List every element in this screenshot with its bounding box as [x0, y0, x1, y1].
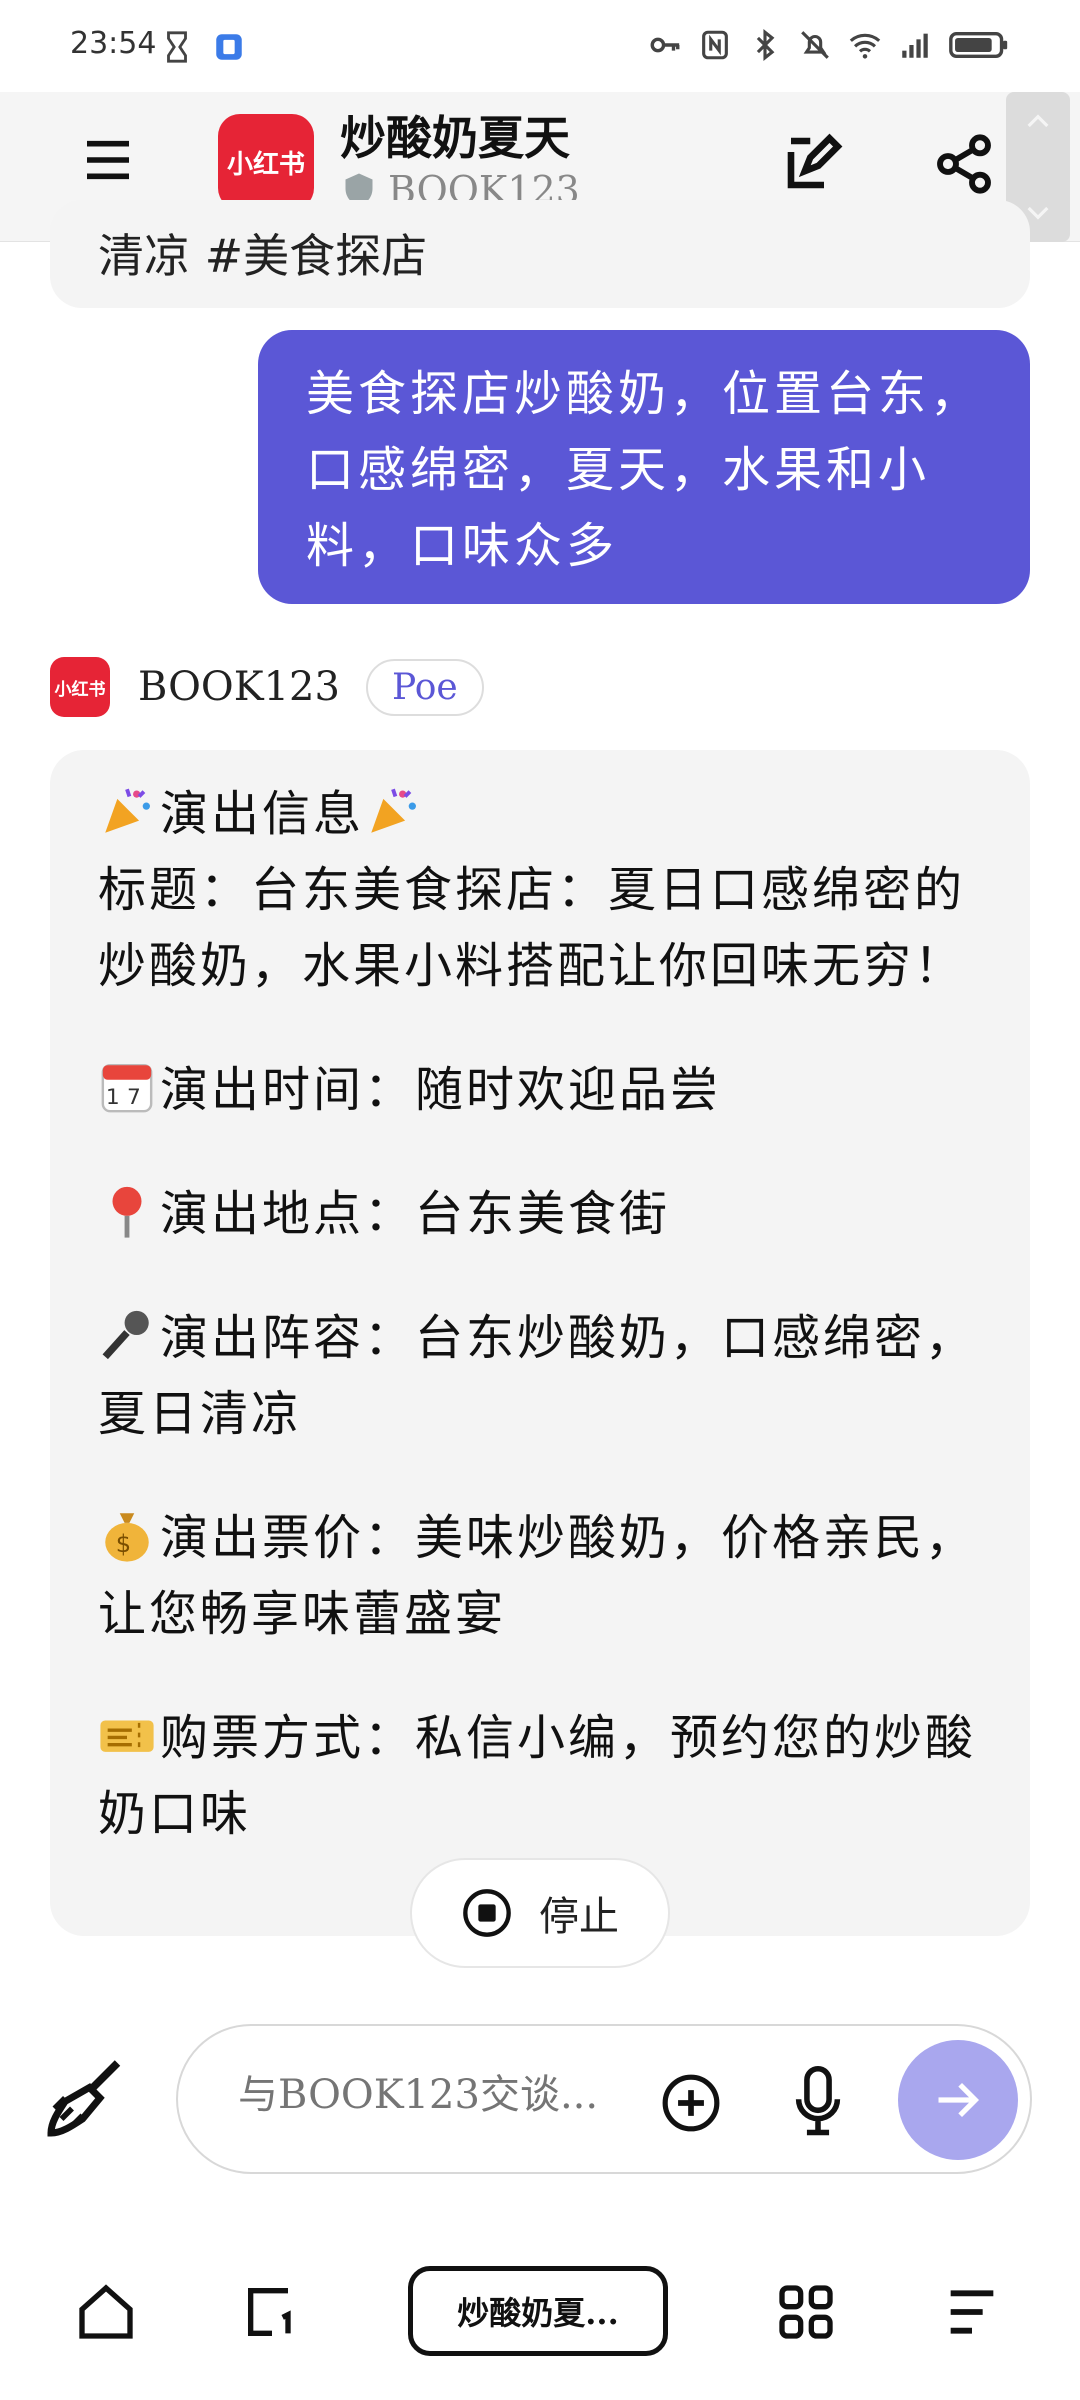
bluetooth-icon [756, 29, 775, 61]
ticket-line: 购票方式：私信小编，预约您的炒酸奶口味 [98, 1710, 977, 1842]
message-composer [176, 2024, 1032, 2174]
svg-text:17: 17 [106, 1085, 148, 1110]
ticket-item: 购票方式：私信小编，预约您的炒酸奶口味 [98, 1700, 982, 1852]
menu-icon[interactable] [80, 132, 136, 188]
chevron-up-icon[interactable] [1022, 106, 1054, 138]
edit-icon[interactable] [780, 130, 846, 196]
price-line: 演出票价：美味炒酸奶，价格亲民，让您畅享味蕾盛宴 [98, 1510, 977, 1642]
current-tab-button[interactable]: 炒酸奶夏... [408, 2266, 668, 2356]
stop-label: 停止 [539, 1894, 619, 1940]
cast-item: 演出阵容：台东炒酸奶，口感绵密，夏日清凉 [98, 1300, 982, 1452]
mute-icon [801, 31, 829, 59]
time-item: 17 演出时间：随时欢迎品尝 [98, 1052, 982, 1128]
bot-message-bubble: 演出信息 标题：台东美食探店：夏日口感绵密的炒酸奶，水果小料搭配让你回味无穷！ … [50, 750, 1030, 1936]
home-icon[interactable] [74, 2280, 138, 2344]
status-time: 23:54 [70, 26, 157, 61]
key-icon [650, 37, 680, 53]
svg-text:$: $ [116, 1530, 139, 1558]
nfc-icon [702, 30, 728, 60]
microphone-icon [102, 1310, 149, 1360]
previous-message-text: 清凉 #美食探店 [98, 229, 428, 283]
microphone-icon[interactable] [792, 2066, 844, 2138]
money-bag-icon: $ [105, 1513, 149, 1562]
stop-icon [463, 1889, 511, 1937]
title-line: 标题：台东美食探店：夏日口感绵密的炒酸奶，水果小料搭配让你回味无穷！ [98, 862, 966, 994]
party-popper-icon [105, 788, 150, 833]
previous-message-bubble: 清凉 #美食探店 [50, 200, 1030, 308]
broom-icon[interactable] [44, 2056, 128, 2140]
bot-name[interactable]: BOOK123 [138, 664, 340, 710]
tabs-count-icon[interactable] [240, 2280, 304, 2344]
bot-identity-row: 小红书 BOOK123 Poe [50, 654, 484, 720]
place-line: 演出地点：台东美食街 [160, 1186, 671, 1242]
share-icon[interactable] [932, 132, 996, 196]
menu-lines-icon[interactable] [940, 2280, 1004, 2344]
ticket-icon [100, 1720, 154, 1752]
bot-logo: 小红书 [218, 114, 314, 210]
place-item: 演出地点：台东美食街 [98, 1176, 982, 1252]
calendar-icon: 17 [101, 1064, 153, 1113]
cast-line: 演出阵容：台东炒酸奶，口感绵密，夏日清凉 [98, 1310, 977, 1442]
message-input[interactable] [238, 2072, 638, 2118]
arrow-right-icon [938, 2082, 980, 2118]
battery-icon [949, 32, 1008, 58]
info-heading: 演出信息 [160, 786, 365, 842]
status-bar: 23:54 [0, 0, 1080, 92]
send-button[interactable] [898, 2040, 1018, 2160]
plus-icon[interactable] [660, 2072, 722, 2134]
stop-generating-button[interactable]: 停止 [410, 1858, 670, 1968]
apps-grid-icon[interactable] [774, 2280, 838, 2344]
browser-bottom-nav: 炒酸奶夏... [0, 2224, 1080, 2400]
time-line: 演出时间：随时欢迎品尝 [160, 1062, 722, 1118]
pin-icon [112, 1186, 142, 1238]
hourglass-icon [167, 31, 187, 63]
price-item: $ 演出票价：美味炒酸奶，价格亲民，让您畅享味蕾盛宴 [98, 1500, 982, 1652]
platform-badge: Poe [365, 658, 484, 716]
page-title: 炒酸奶夏天 [340, 111, 570, 165]
bot-message-intro: 演出信息 标题：台东美食探店：夏日口感绵密的炒酸奶，水果小料搭配让你回味无穷！ [98, 776, 982, 1004]
app-notification-icon [216, 34, 242, 60]
signal-icon [902, 33, 928, 58]
user-message-bubble: 美食探店炒酸奶，位置台东，口感绵密，夏天，水果和小料，口味众多 [258, 330, 1030, 604]
avatar: 小红书 [50, 657, 110, 717]
party-popper-icon [371, 788, 416, 833]
wifi-icon [849, 33, 881, 59]
